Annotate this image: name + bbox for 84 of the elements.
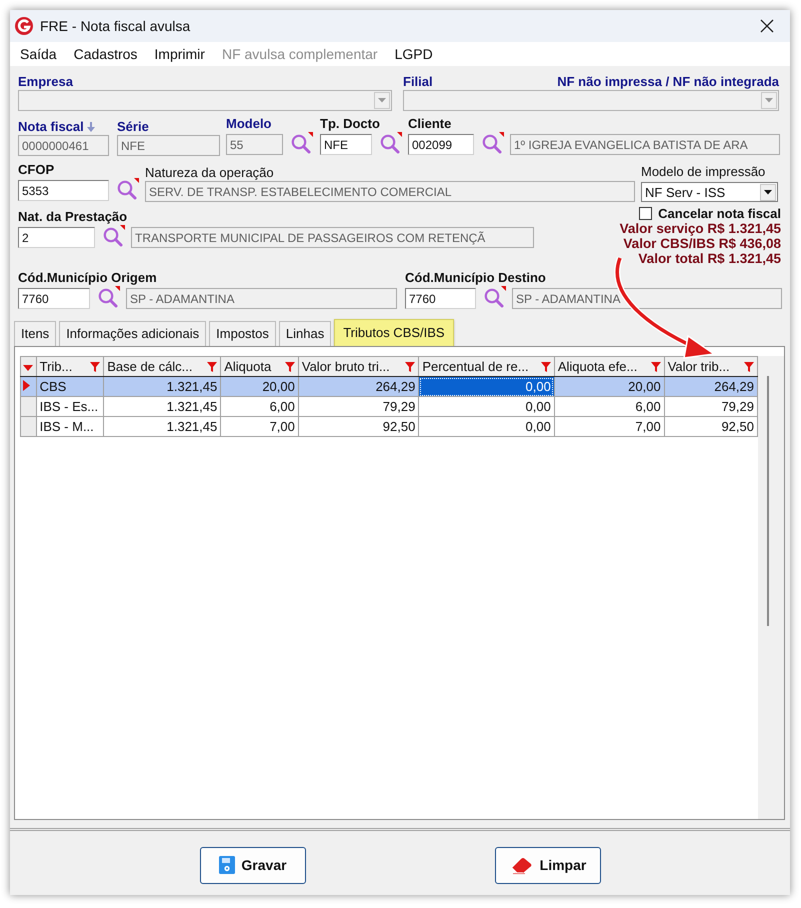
field-label: Modelo de impressão — [641, 164, 766, 180]
field-label: Nat. da Prestação — [18, 209, 128, 225]
table-cell: 0,00 — [418, 376, 554, 396]
search-icon[interactable] — [101, 225, 125, 249]
table-cell: 79,29 — [298, 396, 419, 416]
checkbox[interactable] — [639, 207, 652, 220]
field-label: CFOP — [18, 162, 56, 178]
menu-item[interactable]: Imprimir — [154, 46, 205, 62]
filter-icon[interactable] — [207, 362, 218, 372]
status-text: NF não impressa / NF não integrada — [557, 74, 779, 90]
table-cell: 92,50 — [298, 416, 419, 436]
field-label: Nota fiscal — [18, 119, 84, 135]
filter-icon[interactable] — [540, 362, 551, 372]
input-field[interactable]: 7760 — [18, 288, 90, 308]
filter-icon[interactable] — [405, 362, 416, 372]
table-cell: 79,29 — [664, 396, 758, 416]
table-cell: 264,29 — [664, 376, 758, 396]
tab[interactable]: Linhas — [278, 321, 332, 346]
field-label: Série — [117, 119, 150, 135]
table-cell: 1.321,45 — [104, 376, 221, 396]
tab[interactable]: Itens — [14, 321, 56, 346]
table-cell: 6,00 — [220, 396, 298, 416]
sort-arrow-icon[interactable] — [86, 122, 95, 132]
input-field[interactable]: NFE — [320, 134, 372, 154]
field-label: Cód.Município Destino — [405, 270, 547, 286]
input-field[interactable]: 2 — [18, 226, 95, 248]
dropdown-arrow-icon — [378, 98, 386, 103]
scrollbar[interactable] — [758, 356, 784, 819]
dropdown-arrow-icon — [764, 190, 772, 194]
table-cell: IBS - Es... — [36, 396, 104, 416]
dropdown-arrow-icon — [765, 98, 773, 103]
search-icon[interactable] — [482, 286, 506, 310]
sort-arrow-icon[interactable] — [23, 365, 33, 371]
table-cell: 20,00 — [220, 376, 298, 396]
table-cell: 92,50 — [664, 416, 758, 436]
search-icon[interactable] — [115, 178, 139, 202]
filter-icon[interactable] — [284, 362, 295, 372]
table-cell: 20,00 — [554, 376, 664, 396]
search-icon[interactable] — [480, 132, 504, 156]
tab[interactable]: Tributos CBS/IBS — [334, 319, 454, 346]
field-label: Cliente — [408, 116, 452, 132]
save-button[interactable]: Gravar — [200, 846, 306, 884]
filter-icon[interactable] — [90, 362, 100, 372]
table-cell: 7,00 — [220, 416, 298, 436]
table-cell: 1.321,45 — [104, 416, 221, 436]
input-field[interactable]: 5353 — [18, 180, 109, 200]
field-label: Filial — [403, 74, 433, 90]
field-label: Modelo — [226, 116, 272, 132]
close-icon[interactable] — [760, 19, 774, 33]
dropdown-field[interactable]: NF Serv - ISS — [641, 182, 778, 202]
search-icon[interactable] — [289, 132, 313, 156]
tab[interactable]: Informações adicionais — [59, 321, 206, 346]
table-cell: 6,00 — [554, 396, 664, 416]
field-label: Natureza da operação — [145, 165, 275, 181]
filter-icon[interactable] — [650, 362, 661, 372]
row-indicator[interactable] — [20, 376, 36, 396]
app-logo-icon — [14, 16, 34, 36]
current-row-icon — [23, 380, 30, 391]
input-field[interactable]: 7760 — [405, 288, 476, 308]
table-cell: CBS — [36, 376, 104, 396]
window-title: FRE - Nota fiscal avulsa — [40, 18, 190, 34]
search-icon[interactable] — [378, 132, 402, 156]
filter-icon[interactable] — [744, 362, 754, 372]
total-text: Valor CBS/IBS R$ 436,08 — [623, 236, 781, 251]
field-label: Empresa — [18, 74, 74, 90]
input-field[interactable]: 002099 — [408, 134, 474, 154]
table-cell: 1.321,45 — [104, 396, 221, 416]
field-label: Cód.Município Origem — [18, 270, 158, 286]
table-cell: 7,00 — [554, 416, 664, 436]
checkbox-label: Cancelar nota fiscal — [658, 206, 781, 221]
menu-item[interactable]: Cadastros — [74, 46, 138, 62]
clear-button[interactable]: Limpar — [495, 846, 601, 884]
tab[interactable]: Impostos — [209, 321, 276, 346]
eraser-icon — [510, 856, 534, 874]
menu-item[interactable]: Saída — [20, 46, 57, 62]
field-label: Tp. Docto — [320, 116, 381, 132]
table-cell: 264,29 — [298, 376, 419, 396]
menu-item[interactable]: LGPD — [394, 46, 433, 62]
total-text: Valor total R$ 1.321,45 — [638, 251, 781, 266]
total-text: Valor serviço R$ 1.321,45 — [620, 221, 781, 236]
table-cell: 0,00 — [418, 416, 554, 436]
search-icon[interactable] — [96, 286, 120, 310]
table-cell: IBS - M... — [36, 416, 104, 436]
table-cell: 0,00 — [418, 396, 554, 416]
